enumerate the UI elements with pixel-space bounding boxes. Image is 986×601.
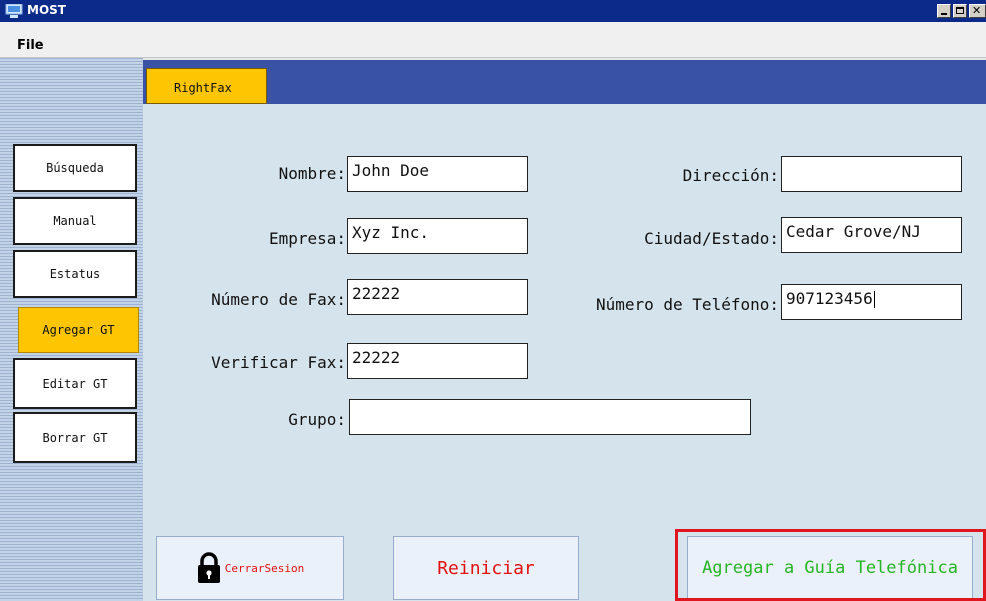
- sidebar-item-busqueda[interactable]: Búsqueda: [13, 144, 137, 192]
- close-icon: ✕: [972, 4, 982, 17]
- computer-icon: [5, 4, 23, 18]
- direccion-label: Dirección:: [682, 166, 779, 185]
- sidebar-item-label: Agregar GT: [42, 323, 115, 337]
- ciudad-estado-label: Ciudad/Estado:: [644, 229, 779, 248]
- sidebar-item-label: Editar GT: [42, 376, 108, 391]
- sidebar-item-editar-gt[interactable]: Editar GT: [13, 358, 137, 409]
- padlock-icon: [197, 552, 220, 583]
- cerrar-sesion-button[interactable]: CerrarSesion: [156, 536, 344, 600]
- numero-fax-label: Número de Fax:: [211, 290, 346, 309]
- verificar-fax-label: Verificar Fax:: [211, 353, 346, 372]
- menu-bar: [0, 22, 986, 58]
- sidebar-item-manual[interactable]: Manual: [13, 197, 137, 245]
- sidebar-item-label: Manual: [53, 214, 97, 228]
- numero-telefono-field[interactable]: 907123456: [781, 284, 962, 320]
- highlight-box: [675, 529, 986, 601]
- nombre-field[interactable]: John Doe: [347, 156, 528, 192]
- empresa-label: Empresa:: [268, 229, 346, 248]
- grupo-label: Grupo:: [288, 410, 346, 429]
- sidebar-item-estatus[interactable]: Estatus: [13, 250, 137, 298]
- reiniciar-label: Reiniciar: [437, 557, 535, 579]
- direccion-field[interactable]: [781, 156, 962, 192]
- sidebar-item-agregar-gt[interactable]: Agregar GT: [18, 307, 139, 353]
- sidebar-item-label: Estatus: [49, 267, 101, 281]
- tab-strip: [143, 58, 986, 104]
- numero-telefono-value: 907123456: [786, 289, 873, 308]
- sidebar-item-label: Borrar GT: [42, 430, 108, 445]
- cerrar-sesion-label: CerrarSesion: [224, 561, 305, 575]
- maximize-button[interactable]: [953, 4, 967, 18]
- window-title: MOST: [27, 3, 66, 17]
- numero-telefono-label: Número de Teléfono:: [595, 295, 779, 314]
- minimize-button[interactable]: [937, 4, 951, 18]
- verificar-fax-field[interactable]: 22222: [347, 343, 528, 379]
- sidebar-item-label: Búsqueda: [46, 161, 104, 175]
- title-bar: [0, 0, 986, 22]
- numero-fax-field[interactable]: 22222: [347, 279, 528, 315]
- close-button[interactable]: ✕: [969, 4, 986, 18]
- tab-rightfax[interactable]: RightFax: [146, 68, 267, 104]
- menu-file[interactable]: File: [17, 38, 44, 53]
- empresa-field[interactable]: Xyz Inc.: [347, 218, 528, 254]
- text-caret: [873, 291, 875, 308]
- grupo-field[interactable]: [349, 399, 751, 435]
- sidebar-item-borrar-gt[interactable]: Borrar GT: [13, 412, 137, 463]
- ciudad-estado-field[interactable]: Cedar Grove/NJ: [781, 217, 962, 253]
- reiniciar-button[interactable]: Reiniciar: [393, 536, 579, 600]
- nombre-label: Nombre:: [278, 164, 346, 183]
